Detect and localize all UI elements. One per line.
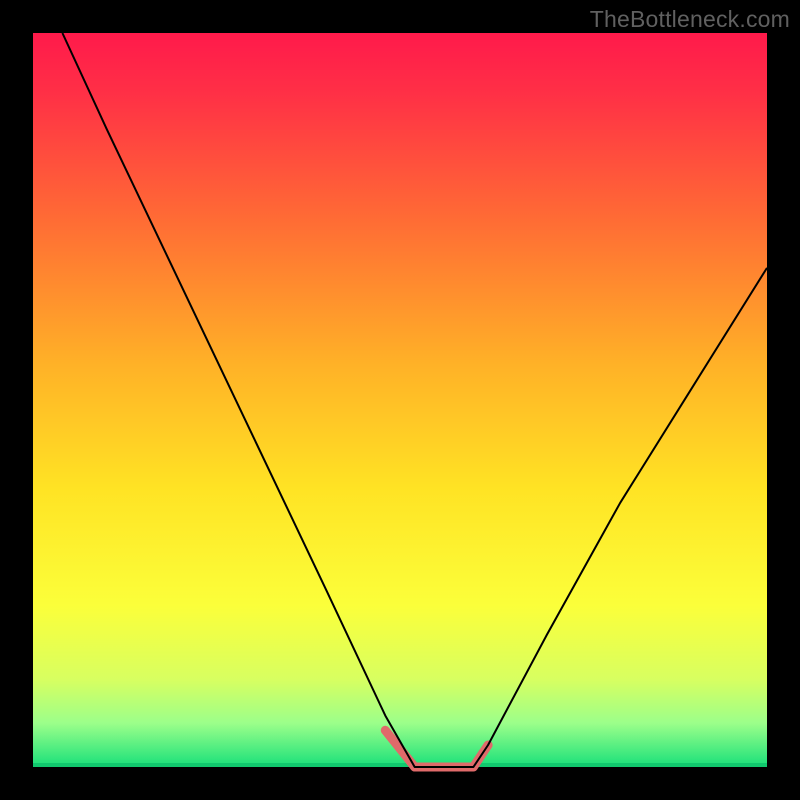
chart-root: TheBottleneck.com: [0, 0, 800, 800]
plot-background: [33, 33, 767, 767]
bottleneck-chart: [0, 0, 800, 800]
baseline-strip: [33, 763, 767, 767]
watermark-text: TheBottleneck.com: [590, 6, 790, 33]
